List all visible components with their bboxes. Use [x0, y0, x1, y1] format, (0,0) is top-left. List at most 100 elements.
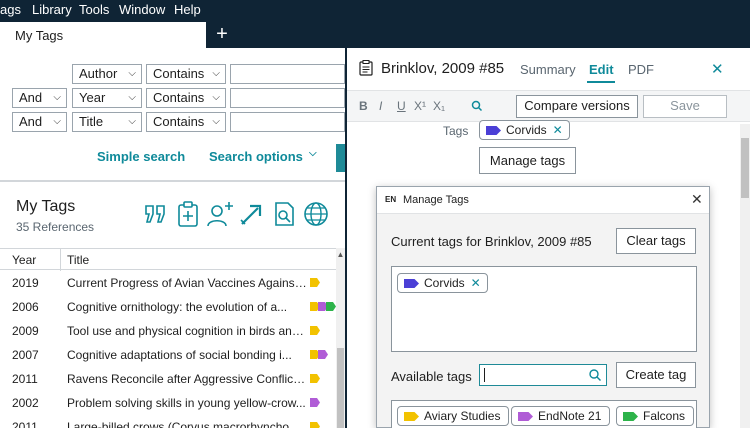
- new-tab-button[interactable]: +: [213, 22, 231, 46]
- export-icon[interactable]: [238, 200, 266, 228]
- menu-bar: ags Library Tools Window Help: [0, 0, 750, 20]
- tag-icon: [318, 350, 328, 359]
- search-bool-select-3[interactable]: And ⌵: [12, 112, 67, 132]
- search-operator-select-3[interactable]: Contains ⌵: [146, 112, 226, 132]
- search-value-input-3[interactable]: [230, 112, 345, 132]
- dialog-titlebar[interactable]: EN Manage Tags ✕: [377, 187, 709, 213]
- tab-summary[interactable]: Summary: [520, 62, 576, 77]
- search-button[interactable]: [336, 144, 345, 172]
- tags-field-label: Tags: [443, 124, 469, 138]
- underline-button[interactable]: U: [397, 99, 406, 113]
- tag-chip-label: Corvids: [506, 123, 547, 137]
- search-value-input-2[interactable]: [230, 88, 345, 108]
- cell-year: 2009: [12, 324, 39, 338]
- manage-tags-button[interactable]: Manage tags: [479, 147, 576, 174]
- available-tag-falcons[interactable]: Falcons: [616, 406, 695, 426]
- select-value: Title: [79, 114, 104, 129]
- row-tags: [310, 398, 320, 408]
- close-icon[interactable]: ✕: [711, 60, 724, 78]
- chevron-down-icon: ⌵: [128, 116, 136, 127]
- clear-tags-button[interactable]: Clear tags: [616, 228, 696, 254]
- tag-chip: Corvids ✕: [479, 120, 570, 140]
- quote-icon[interactable]: [142, 200, 170, 228]
- table-row[interactable]: 2006 Cognitive ornithology: the evolution…: [0, 295, 336, 319]
- online-search-icon[interactable]: [302, 200, 330, 228]
- table-row[interactable]: 2011 Large-billed crows (Corvus macrorhyn…: [0, 415, 336, 428]
- search-icon[interactable]: [588, 368, 602, 382]
- column-separator[interactable]: [60, 249, 61, 271]
- find-pdf-icon[interactable]: [270, 200, 298, 228]
- select-value: And: [19, 90, 43, 105]
- search-field-select-1[interactable]: Author ⌵: [72, 64, 142, 84]
- tab-pdf[interactable]: PDF: [628, 62, 654, 77]
- column-header-year[interactable]: Year: [12, 253, 36, 267]
- search-operator-select-1[interactable]: Contains ⌵: [146, 64, 226, 84]
- current-tags-label: Current tags for Brinklov, 2009 #85: [391, 234, 592, 249]
- cell-title: Cognitive adaptations of social bonding …: [67, 348, 292, 362]
- row-tags: [310, 350, 328, 360]
- available-tags-label: Available tags: [391, 369, 472, 384]
- search-field-select-3[interactable]: Title ⌵: [72, 112, 142, 132]
- menu-library[interactable]: Library: [32, 2, 72, 18]
- scrollbar-thumb[interactable]: [741, 138, 749, 198]
- chevron-down-icon[interactable]: ⌵: [309, 148, 317, 159]
- close-icon[interactable]: ✕: [691, 191, 703, 208]
- table-row[interactable]: 2011 Ravens Reconcile after Aggressive Co…: [0, 367, 336, 391]
- chevron-down-icon: ⌵: [53, 92, 61, 103]
- reference-clipboard-icon: [359, 60, 373, 76]
- search-value-input-1[interactable]: [230, 64, 345, 84]
- share-user-icon[interactable]: [206, 200, 234, 228]
- chevron-down-icon: ⌵: [53, 116, 61, 127]
- library-title: My Tags: [16, 198, 76, 215]
- create-tag-button[interactable]: Create tag: [616, 362, 696, 388]
- menu-help[interactable]: Help: [174, 2, 201, 18]
- menu-tags[interactable]: ags: [0, 2, 21, 18]
- tag-icon: [310, 398, 320, 407]
- table-row[interactable]: 2002 Problem solving skills in young yell…: [0, 391, 336, 415]
- search-field-select-2[interactable]: Year ⌵: [72, 88, 142, 108]
- search-bool-select-2[interactable]: And ⌵: [12, 88, 67, 108]
- tag-icon: [404, 279, 419, 288]
- select-value: Contains: [153, 90, 205, 105]
- tag-icon: [623, 412, 638, 421]
- tab-edit[interactable]: Edit: [589, 62, 614, 77]
- search-icon[interactable]: [471, 100, 483, 112]
- tab-my-tags[interactable]: My Tags: [0, 22, 206, 48]
- remove-tag-icon[interactable]: ✕: [553, 121, 563, 139]
- select-value: Contains: [153, 66, 205, 81]
- scrollbar-thumb[interactable]: [337, 348, 344, 428]
- scroll-up-icon[interactable]: ▲: [336, 250, 345, 259]
- menu-window[interactable]: Window: [119, 2, 165, 18]
- table-row[interactable]: 2019 Current Progress of Avian Vaccines A…: [0, 271, 336, 295]
- available-tag-endnote-21[interactable]: EndNote 21: [511, 406, 611, 426]
- tab-label: My Tags: [15, 28, 64, 43]
- add-reference-icon[interactable]: [174, 200, 202, 228]
- tag-chip-label: Aviary Studies: [424, 409, 501, 423]
- dialog-body: Current tags for Brinklov, 2009 #85 Clea…: [377, 213, 709, 428]
- subscript-button[interactable]: X₁: [433, 99, 445, 113]
- tag-chip-label: Falcons: [643, 409, 686, 423]
- row-tags: [310, 278, 320, 288]
- remove-tag-icon[interactable]: ✕: [471, 274, 481, 292]
- superscript-button[interactable]: X¹: [414, 99, 426, 113]
- row-tags: [310, 422, 320, 428]
- row-tags: [310, 302, 336, 312]
- table-row[interactable]: 2007 Cognitive adaptations of social bond…: [0, 343, 336, 367]
- search-operator-select-2[interactable]: Contains ⌵: [146, 88, 226, 108]
- bold-button[interactable]: B: [359, 99, 368, 113]
- menu-tools[interactable]: Tools: [79, 2, 109, 18]
- simple-search-link[interactable]: Simple search: [97, 149, 185, 164]
- current-tags-box[interactable]: Corvids ✕: [391, 266, 697, 352]
- search-options-link[interactable]: Search options: [209, 149, 303, 164]
- compare-versions-button[interactable]: Compare versions: [516, 95, 638, 118]
- available-tags-search-input[interactable]: [479, 364, 607, 386]
- cell-title: Tool use and physical cognition in birds…: [67, 324, 307, 338]
- table-row[interactable]: 2009 Tool use and physical cognition in b…: [0, 319, 336, 343]
- italic-button[interactable]: I: [379, 99, 382, 113]
- cell-year: 2019: [12, 276, 39, 290]
- column-header-title[interactable]: Title: [67, 253, 89, 267]
- save-button[interactable]: Save: [643, 95, 727, 118]
- available-tag-aviary-studies[interactable]: Aviary Studies: [397, 406, 510, 426]
- cell-year: 2011: [12, 420, 38, 428]
- format-toolbar: B I U X¹ X₁ Compare versions Save: [347, 90, 750, 122]
